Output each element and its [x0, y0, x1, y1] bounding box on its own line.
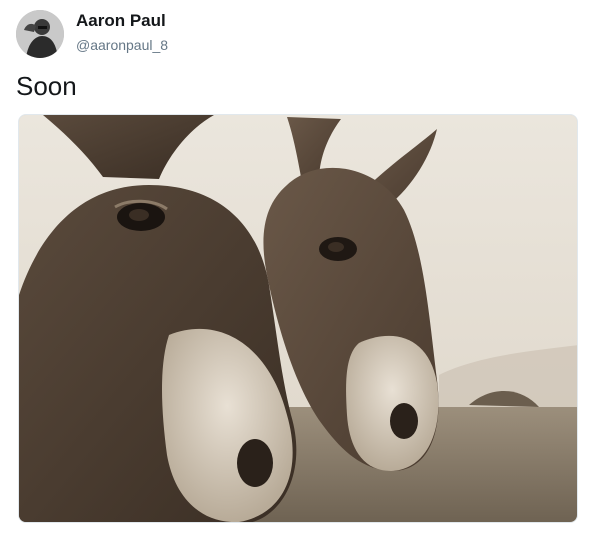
tweet-photo[interactable]	[18, 114, 578, 523]
author-avatar[interactable]	[16, 10, 64, 58]
author-display-name[interactable]: Aaron Paul	[76, 11, 168, 31]
tweet-card: Aaron Paul @aaronpaul_8 Soon	[0, 0, 594, 533]
tweet-text: Soon	[16, 71, 77, 101]
author-info: Aaron Paul @aaronpaul_8	[76, 11, 168, 54]
avatar-photo-icon	[16, 10, 64, 58]
author-handle[interactable]: @aaronpaul_8	[76, 36, 168, 54]
donkeys-photo	[19, 115, 577, 522]
